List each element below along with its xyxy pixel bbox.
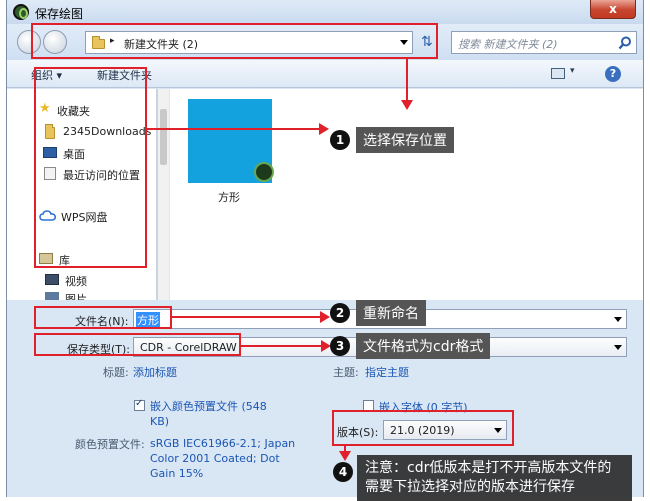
callout-1: 选择保存位置 [356,127,454,153]
annotation-box-filetype [34,333,241,356]
embed-profile-checkbox[interactable] [134,398,145,411]
video-icon [45,274,59,285]
scrollbar-thumb[interactable] [160,109,167,165]
subject-label: 主题: [333,366,359,379]
step-2-marker: 2 [330,303,350,323]
coreldraw-file-icon [254,162,274,182]
title-label: 标题: [103,366,129,379]
file-list: 方形 [170,89,643,300]
add-subject-link[interactable]: 指定主题 [365,364,409,380]
search-icon[interactable] [618,36,632,50]
view-options-icon[interactable] [551,68,565,79]
add-title-link[interactable]: 添加标题 [133,364,177,380]
nav-item-pictures[interactable]: 图片 [65,291,87,300]
callout-2: 重新命名 [356,300,426,326]
color-profile-label: 颜色预置文件: [75,438,145,451]
search-placeholder: 搜索 新建文件夹 (2) [458,38,558,51]
pictures-icon [45,292,59,300]
annotation-connector [406,58,408,102]
annotation-arrow-3 [241,345,323,347]
close-button[interactable]: x [590,0,636,19]
step-4-marker: 4 [333,462,353,482]
embed-profile-label[interactable]: 嵌入颜色预置文件 (548 KB) [150,399,270,429]
coreldraw-app-icon [13,4,29,20]
nav-item-video[interactable]: 视频 [65,273,87,289]
view-dropdown-icon[interactable]: ▾ [570,66,575,76]
annotation-arrowhead-4 [339,451,351,461]
help-icon[interactable]: ? [605,66,621,82]
annotation-arrow-down [401,100,413,110]
step-1-marker: 1 [330,130,350,150]
title-bar: 保存绘图 x [7,0,643,24]
annotation-box-address [31,23,438,59]
annotation-box-filename [34,306,172,329]
file-name[interactable]: 方形 [218,189,240,205]
callout-4: 注意：cdr低版本是打不开高版本文件的需要下拉选择对应的版本进行保存 [357,455,632,501]
annotation-arrow-1 [147,128,321,130]
navigation-scrollbar[interactable] [157,89,169,300]
annotation-box-version [332,410,514,446]
filetype-dropdown-icon[interactable] [614,345,622,350]
search-input[interactable]: 搜索 新建文件夹 (2) [451,31,637,54]
color-profile-value: sRGB IEC61966-2.1; Japan Color 2001 Coat… [150,437,296,480]
annotation-arrow-2 [172,316,322,318]
window-title: 保存绘图 [35,7,84,21]
step-3-marker: 3 [330,336,350,356]
annotation-box-location [34,67,147,268]
callout-3: 文件格式为cdr格式 [356,333,491,359]
annotation-arrowhead-1 [319,123,329,135]
filename-dropdown-icon[interactable] [614,317,622,322]
annotation-arrowhead-2 [320,311,330,323]
